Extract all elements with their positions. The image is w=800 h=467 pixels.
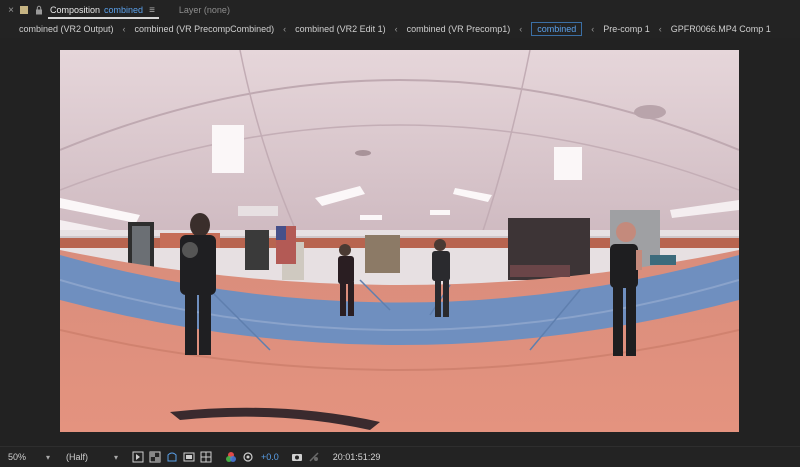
- color-channel-icon[interactable]: [225, 451, 237, 463]
- tab-composition[interactable]: Composition combined ≡: [48, 0, 159, 20]
- crumb-pre-comp-1[interactable]: Pre-comp 1: [603, 24, 650, 34]
- camera-snapshot-icon[interactable]: [291, 451, 303, 463]
- composition-viewer[interactable]: [0, 38, 800, 446]
- crumb-combined-active[interactable]: combined: [531, 22, 583, 36]
- magnification-dropdown[interactable]: 50% ▾: [4, 449, 54, 465]
- chevron-down-icon: ▾: [45, 452, 50, 462]
- breadcrumb-separator: ‹: [394, 24, 398, 34]
- breadcrumb-separator: ‹: [591, 24, 595, 34]
- breadcrumb-separator: ‹: [658, 24, 662, 34]
- breadcrumb-separator: ‹: [283, 24, 287, 34]
- crumb-vr2-output[interactable]: combined (VR2 Output): [19, 24, 114, 34]
- show-snapshot-icon[interactable]: [308, 451, 320, 463]
- exposure-reset-icon[interactable]: [242, 451, 254, 463]
- breadcrumb-separator: ‹: [122, 24, 126, 34]
- tab-layer[interactable]: Layer (none): [179, 5, 230, 15]
- fast-previews-icon[interactable]: [132, 451, 144, 463]
- composition-tab-label: Composition: [50, 5, 101, 15]
- zoom-value: 50%: [8, 452, 27, 462]
- chevron-down-icon: ▾: [113, 452, 118, 462]
- panel-header: × Composition combined ≡ Layer (none): [0, 0, 800, 20]
- crumb-vr-precomp-combined[interactable]: combined (VR PrecompCombined): [135, 24, 275, 34]
- exposure-value[interactable]: +0.0: [261, 452, 279, 462]
- composition-color-swatch: [20, 6, 28, 14]
- lock-icon[interactable]: [34, 5, 44, 15]
- crumb-vr-precomp1[interactable]: combined (VR Precomp1): [407, 24, 511, 34]
- composition-navigator: combined (VR2 Output) ‹ combined (VR Pre…: [0, 20, 800, 38]
- transparency-grid-icon[interactable]: [149, 451, 161, 463]
- resolution-value: (Half): [66, 452, 88, 462]
- equirectangular-preview-image: [60, 50, 739, 432]
- panel-menu-icon[interactable]: ≡: [149, 5, 155, 16]
- grid-guides-icon[interactable]: [200, 451, 212, 463]
- current-timecode[interactable]: 20:01:51:29: [333, 452, 381, 462]
- viewer-footer: 50% ▾ (Half) ▾ +0.0 20:01:51:29: [0, 446, 800, 467]
- mask-visibility-icon[interactable]: [166, 451, 178, 463]
- crumb-gpfr0066-comp-1[interactable]: GPFR0066.MP4 Comp 1: [671, 24, 771, 34]
- breadcrumb-separator: ‹: [519, 24, 523, 34]
- region-of-interest-icon[interactable]: [183, 451, 195, 463]
- crumb-vr2-edit-1[interactable]: combined (VR2 Edit 1): [295, 24, 386, 34]
- composition-frame[interactable]: [60, 50, 739, 432]
- composition-tab-name: combined: [104, 5, 144, 15]
- resolution-dropdown[interactable]: (Half) ▾: [62, 449, 122, 465]
- close-panel-icon[interactable]: ×: [4, 5, 18, 16]
